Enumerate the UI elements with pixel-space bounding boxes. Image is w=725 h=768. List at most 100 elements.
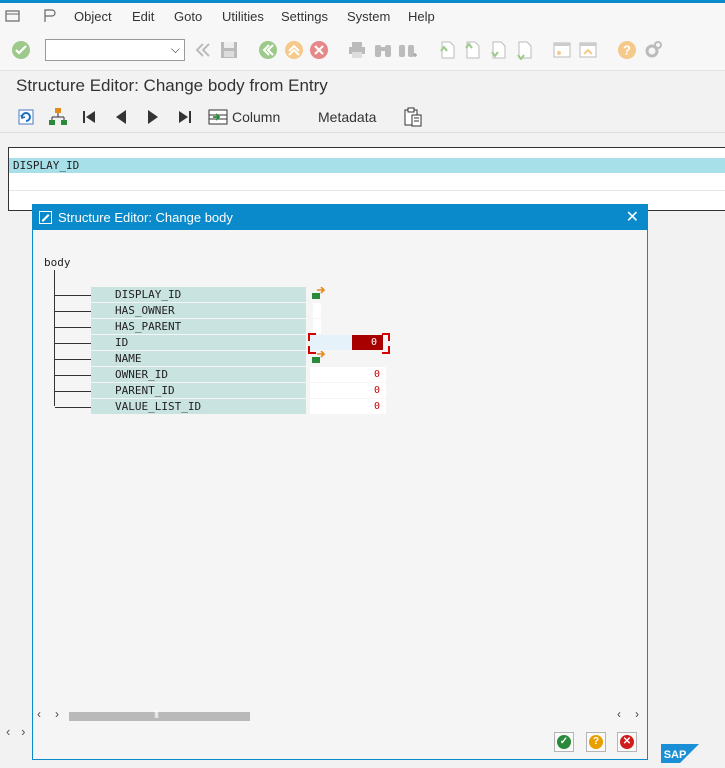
- tree-connector: [55, 295, 91, 296]
- menu-utilities[interactable]: Utilities: [222, 9, 264, 24]
- menu-edit[interactable]: Edit: [132, 9, 154, 24]
- scroll-left-end-icon[interactable]: ‹: [617, 707, 621, 721]
- grid-selected-row[interactable]: DISPLAY_ID: [9, 158, 725, 173]
- field-name: VALUE_LIST_ID: [91, 399, 306, 414]
- customize-icon[interactable]: [643, 40, 663, 60]
- outer-scroll-arrows[interactable]: ‹ ›: [6, 724, 26, 739]
- tree-field-row: OWNER_ID 0: [55, 367, 615, 383]
- value-input[interactable]: 0: [310, 399, 386, 414]
- cancel-button[interactable]: ✕: [617, 732, 637, 752]
- value-input[interactable]: 0: [310, 383, 386, 398]
- last-icon[interactable]: [176, 106, 194, 128]
- field-name: PARENT_ID: [91, 383, 306, 398]
- column-icon[interactable]: [207, 106, 229, 128]
- application-toolbar: Column Metadata: [0, 102, 725, 133]
- exit-icon[interactable]: [284, 40, 304, 60]
- subtree-arrow-icon[interactable]: [311, 351, 327, 365]
- print-icon[interactable]: [347, 40, 367, 60]
- menu-object[interactable]: Object: [74, 9, 112, 24]
- menu-settings[interactable]: Settings: [281, 9, 328, 24]
- find-next-icon[interactable]: [398, 40, 418, 60]
- first-icon[interactable]: [80, 106, 98, 128]
- value-input[interactable]: 0: [310, 367, 386, 382]
- find-icon[interactable]: [373, 40, 393, 60]
- field-name: OWNER_ID: [91, 367, 306, 382]
- tree-field-row: ID 0: [55, 333, 615, 354]
- hierarchy-icon[interactable]: [47, 106, 69, 128]
- svg-text:SAP: SAP: [664, 749, 687, 761]
- help-button-icon: ?: [589, 735, 603, 749]
- previous-icon[interactable]: [112, 106, 130, 128]
- focus-corner: [308, 333, 316, 341]
- checkbox-field[interactable]: [313, 319, 321, 334]
- menu-window-icon[interactable]: [5, 8, 21, 24]
- entry-grid: DISPLAY_ID: [8, 147, 725, 211]
- sap-logo: SAP: [661, 744, 699, 763]
- field-name: NAME: [91, 351, 306, 366]
- tree-field-row: HAS_OWNER: [55, 303, 615, 319]
- dialog-title: Structure Editor: Change body: [58, 210, 233, 225]
- tree-field-row: VALUE_LIST_ID 0: [55, 399, 615, 415]
- shortcut-icon[interactable]: [578, 40, 598, 60]
- horizontal-scrollbar[interactable]: ‹ › ||| ‹ ›: [33, 707, 647, 723]
- metadata-button[interactable]: Metadata: [318, 109, 376, 125]
- menu-goto[interactable]: Goto: [174, 9, 202, 24]
- svg-text:?: ?: [623, 43, 631, 58]
- focus-corner: [382, 333, 390, 341]
- grip-icon: |||: [154, 708, 159, 718]
- tree-connector: [55, 407, 91, 408]
- tree-connector: [55, 343, 91, 344]
- tree-connector: [55, 391, 91, 392]
- cancel-icon[interactable]: [309, 40, 329, 60]
- chevron-down-icon[interactable]: ⌵: [171, 42, 180, 57]
- create-session-icon[interactable]: [552, 40, 572, 60]
- menu-system[interactable]: System: [347, 9, 390, 24]
- field-name: HAS_OWNER: [91, 303, 306, 318]
- command-field[interactable]: ⌵: [45, 39, 185, 61]
- page-title: Structure Editor: Change body from Entry: [16, 76, 328, 95]
- tree-root-label: body: [44, 256, 71, 269]
- structure-editor-dialog: Structure Editor: Change body ✕ body DIS…: [32, 204, 648, 760]
- enter-icon[interactable]: [11, 40, 31, 60]
- field-name: DISPLAY_ID: [91, 287, 306, 302]
- next-icon[interactable]: [144, 106, 162, 128]
- field-name: HAS_PARENT: [91, 319, 306, 334]
- menu-help[interactable]: Help: [408, 9, 435, 24]
- scroll-right-icon[interactable]: ›: [55, 707, 59, 721]
- checkbox-field[interactable]: [313, 303, 321, 318]
- column-button[interactable]: Column: [232, 109, 280, 125]
- help-icon[interactable]: ?: [617, 40, 637, 60]
- value-input-bg[interactable]: [310, 335, 352, 350]
- save-icon[interactable]: [219, 40, 239, 60]
- tree-connector: [55, 375, 91, 376]
- tree-field-row: PARENT_ID 0: [55, 383, 615, 399]
- continue-button[interactable]: ✓: [554, 732, 574, 752]
- system-toolbar: ⌵ ?: [0, 30, 725, 71]
- layout-menu-icon[interactable]: [42, 8, 58, 24]
- back-icon[interactable]: [258, 40, 278, 60]
- tree-field-row: DISPLAY_ID: [55, 287, 615, 303]
- close-icon[interactable]: ✕: [626, 207, 639, 227]
- tree-connector: [55, 327, 91, 328]
- refresh-icon[interactable]: [15, 106, 37, 128]
- previous-page-icon[interactable]: [462, 40, 482, 60]
- check-icon: ✓: [557, 735, 571, 749]
- tree-field-row: HAS_PARENT: [55, 319, 615, 335]
- back-double-icon[interactable]: [193, 40, 213, 60]
- help-button[interactable]: ?: [586, 732, 606, 752]
- tree-connector: [55, 359, 91, 360]
- edit-pencil-icon: [39, 211, 52, 224]
- scrollbar-thumb[interactable]: |||: [69, 708, 250, 721]
- scroll-left-icon[interactable]: ‹: [37, 707, 41, 721]
- tree-field-row: NAME: [55, 351, 615, 367]
- last-page-icon[interactable]: [514, 40, 534, 60]
- scroll-right-end-icon[interactable]: ›: [635, 707, 639, 721]
- clipboard-icon[interactable]: [402, 106, 424, 128]
- subtree-arrow-icon[interactable]: [311, 287, 327, 301]
- first-page-icon[interactable]: [437, 40, 457, 60]
- tree-connector: [55, 311, 91, 312]
- grid-empty-row: [9, 178, 725, 191]
- next-page-icon[interactable]: [488, 40, 508, 60]
- cancel-button-icon: ✕: [620, 735, 634, 749]
- value-input[interactable]: 0: [352, 335, 383, 350]
